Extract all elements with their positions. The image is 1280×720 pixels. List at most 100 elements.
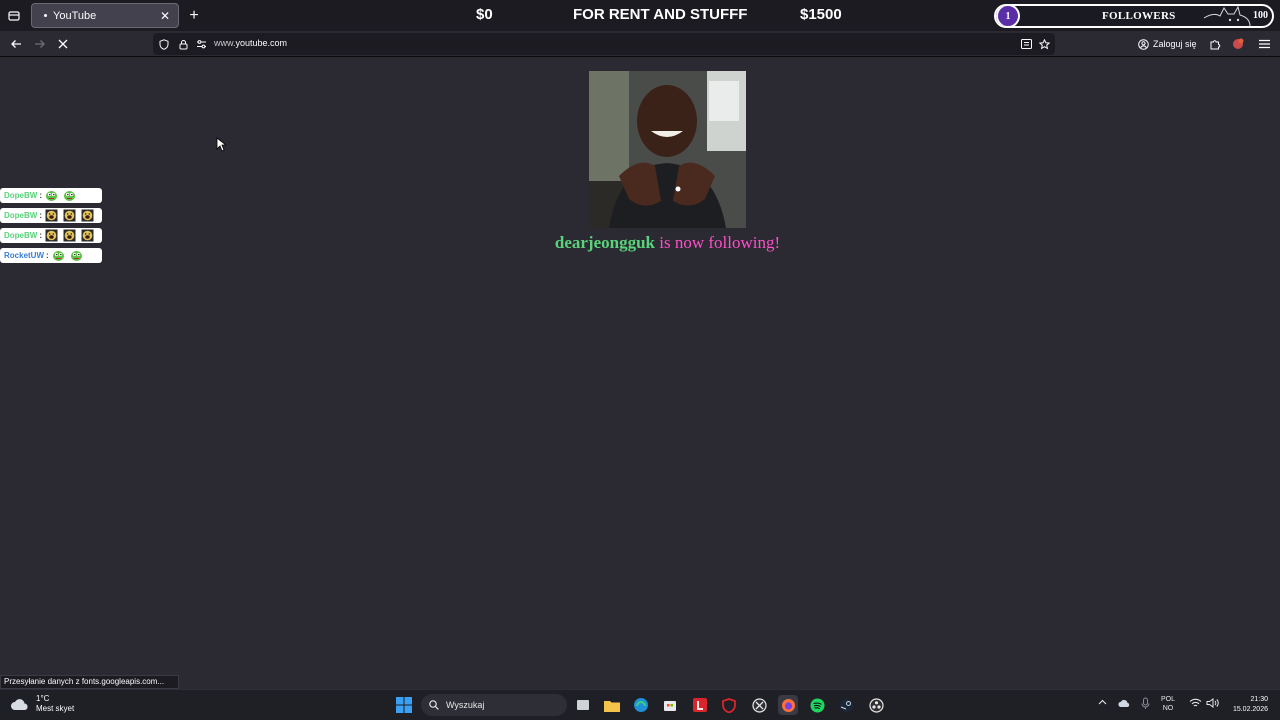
steam-icon bbox=[839, 698, 853, 712]
forward-arrow-icon bbox=[35, 40, 45, 48]
tab-strip: YouTube ✕ + $0 FOR RENT AND STUFFF $1500… bbox=[0, 0, 1280, 31]
taskbar: 1°C Mest skyet Wyszukaj POL NO 21:30 15.… bbox=[0, 689, 1280, 720]
tab-youtube[interactable]: YouTube ✕ bbox=[31, 3, 179, 28]
chat-username: DopeBW bbox=[4, 191, 38, 200]
close-icon[interactable]: ✕ bbox=[158, 9, 172, 23]
spotify-button[interactable] bbox=[807, 695, 827, 715]
pepe-emote-icon bbox=[70, 249, 83, 262]
back-button[interactable] bbox=[6, 34, 26, 54]
weather-desc: Mest skyet bbox=[36, 704, 75, 713]
mcafee-button[interactable] bbox=[719, 695, 739, 715]
store-button[interactable] bbox=[660, 695, 680, 715]
sign-in-label: Zaloguj się bbox=[1153, 39, 1197, 49]
goal-title: FOR RENT AND STUFFF bbox=[573, 6, 748, 23]
new-tab-button[interactable]: + bbox=[184, 6, 204, 26]
kekw-emote-icon bbox=[63, 209, 76, 222]
extensions-icon bbox=[1210, 40, 1221, 50]
follow-alert-text: dearjeongguk is now following! bbox=[0, 233, 1280, 253]
chat-message: DopeBW: bbox=[0, 228, 102, 243]
alert-message: is now following! bbox=[654, 233, 781, 252]
xbox-button[interactable] bbox=[749, 695, 769, 715]
weather-temp: 1°C bbox=[36, 694, 50, 703]
chat-message: RocketUW: bbox=[0, 248, 102, 263]
page-content: dearjeongguk is now following! DopeBW: Do… bbox=[0, 57, 1280, 675]
stop-icon bbox=[58, 39, 68, 49]
obs-icon bbox=[868, 697, 884, 713]
firefox-icon bbox=[781, 698, 795, 712]
extension-badge-button[interactable] bbox=[1228, 34, 1248, 54]
lock-icon[interactable] bbox=[176, 37, 190, 51]
language-indicator[interactable]: POL NO bbox=[1161, 695, 1175, 713]
reader-view-icon[interactable] bbox=[1019, 37, 1033, 51]
alert-username: dearjeongguk bbox=[554, 233, 655, 252]
kekw-emote-icon bbox=[81, 229, 94, 242]
taskbar-search[interactable]: Wyszukaj bbox=[421, 694, 567, 716]
tray-network-app[interactable] bbox=[1118, 698, 1131, 711]
chat-separator: : bbox=[39, 211, 42, 220]
obs-button[interactable] bbox=[866, 695, 886, 715]
task-view-button[interactable] bbox=[573, 695, 593, 715]
tray-wifi[interactable] bbox=[1189, 698, 1202, 711]
xbox-icon bbox=[751, 697, 767, 713]
bookmark-star-icon[interactable] bbox=[1037, 37, 1051, 51]
edge-button[interactable] bbox=[631, 695, 651, 715]
file-explorer-button[interactable] bbox=[602, 695, 622, 715]
url-prefix: www. bbox=[214, 38, 236, 48]
tray-volume[interactable] bbox=[1206, 698, 1219, 711]
system-clock[interactable]: 21:30 15.02.2026 bbox=[1226, 695, 1268, 715]
spotify-icon bbox=[810, 698, 824, 712]
folder-icon bbox=[604, 700, 620, 712]
url-host: youtube.com bbox=[235, 38, 288, 48]
pepe-emote-icon bbox=[63, 189, 76, 202]
forward-button[interactable] bbox=[30, 34, 50, 54]
app-l-button[interactable] bbox=[690, 695, 710, 715]
steam-button[interactable] bbox=[836, 695, 856, 715]
mouse-cursor-icon bbox=[216, 137, 226, 152]
extension-badge-icon bbox=[1233, 38, 1244, 49]
pepe-emote-icon bbox=[45, 189, 58, 202]
chevron-up-icon bbox=[1098, 699, 1107, 705]
weather-widget[interactable]: 1°C Mest skyet bbox=[10, 694, 74, 714]
firefox-button[interactable] bbox=[778, 695, 798, 715]
chat-separator: : bbox=[39, 231, 42, 240]
chat-username: DopeBW bbox=[4, 211, 38, 220]
stop-loading-button[interactable] bbox=[53, 34, 73, 54]
start-button[interactable] bbox=[394, 695, 414, 715]
store-icon bbox=[664, 701, 676, 711]
chat-message: DopeBW: bbox=[0, 208, 102, 223]
person-heart-hands-image bbox=[589, 71, 746, 228]
chat-username: RocketUW bbox=[4, 251, 45, 260]
url-bar[interactable]: www.youtube.com bbox=[153, 33, 1055, 55]
sign-in-button[interactable]: Zaloguj się bbox=[1138, 35, 1197, 53]
task-view-icon bbox=[577, 700, 589, 710]
windows-logo-icon bbox=[396, 697, 412, 713]
shield-icon[interactable] bbox=[157, 37, 171, 51]
clock-time: 21:30 bbox=[1250, 696, 1268, 703]
kekw-emote-icon bbox=[45, 209, 58, 222]
tab-list-button[interactable] bbox=[4, 6, 24, 26]
tray-mic[interactable] bbox=[1141, 697, 1150, 713]
account-icon bbox=[1138, 38, 1149, 50]
hamburger-menu-icon bbox=[1258, 39, 1270, 49]
red-l-app-icon bbox=[693, 698, 707, 712]
tab-list-icon bbox=[8, 11, 20, 21]
chat-separator: : bbox=[39, 191, 42, 200]
cloud-tray-icon bbox=[1118, 699, 1130, 707]
pepe-emote-icon bbox=[52, 249, 65, 262]
clock-date: 15.02.2026 bbox=[1232, 706, 1268, 713]
search-icon bbox=[429, 700, 439, 710]
menu-button[interactable] bbox=[1254, 34, 1274, 54]
tray-overflow-button[interactable] bbox=[1098, 699, 1107, 708]
kekw-emote-icon bbox=[45, 229, 58, 242]
follower-current-count: 1 bbox=[996, 6, 1020, 26]
speaker-icon bbox=[1206, 698, 1219, 708]
permissions-icon[interactable] bbox=[194, 37, 208, 51]
cat-sketch-icon bbox=[1203, 5, 1251, 27]
microphone-icon bbox=[1141, 697, 1150, 709]
chat-message: DopeBW: bbox=[0, 188, 102, 203]
wifi-icon bbox=[1189, 698, 1202, 707]
follower-goal-label: FOLLOWERS bbox=[1102, 10, 1176, 22]
url-text[interactable]: www.youtube.com bbox=[214, 38, 287, 48]
extensions-button[interactable] bbox=[1205, 34, 1225, 54]
chat-separator: : bbox=[46, 251, 49, 260]
